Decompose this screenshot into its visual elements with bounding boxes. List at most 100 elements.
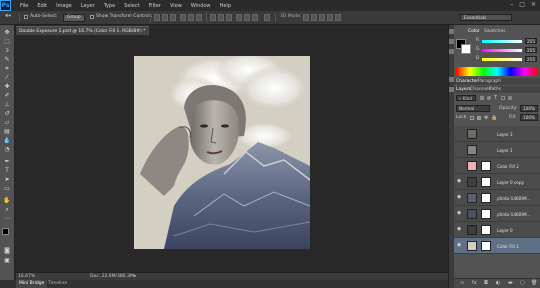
blend-mode-dropdown[interactable]: Normal <box>456 105 490 112</box>
tab-paragraph[interactable]: Paragraph <box>478 79 501 84</box>
menu-layer[interactable]: Layer <box>81 3 95 9</box>
filter-type-icon[interactable]: T <box>494 95 497 101</box>
gradient-tool-icon[interactable]: ▤ <box>3 128 11 135</box>
healing-brush-tool-icon[interactable]: ✚ <box>3 83 11 90</box>
tab-timeline[interactable]: Timeline <box>48 280 67 288</box>
marquee-tool-icon[interactable]: ⬚ <box>3 38 11 45</box>
delete-layer-icon[interactable]: 🗑 <box>531 280 537 286</box>
layer-row[interactable]: ◉ photo-146099... <box>454 206 540 222</box>
layer-thumbnail[interactable] <box>467 193 477 203</box>
path-selection-tool-icon[interactable]: ➤ <box>3 176 11 183</box>
dodge-tool-icon[interactable]: ◔ <box>3 146 11 153</box>
distribute-left-icon[interactable] <box>236 14 242 21</box>
visibility-eye-icon[interactable]: ◉ <box>457 195 462 200</box>
color-ramp[interactable] <box>456 67 538 76</box>
layer-thumbnail[interactable] <box>467 129 477 139</box>
workspace-dropdown[interactable]: Essentials <box>460 14 512 21</box>
lasso-tool-icon[interactable]: ↄ <box>3 47 11 54</box>
green-value[interactable]: 255 <box>525 47 537 53</box>
tab-layers[interactable]: Layers <box>456 87 471 92</box>
show-transform-controls-checkbox[interactable]: Show Transform Controls <box>90 14 152 19</box>
layer-row[interactable]: ◉ photo-146099... <box>454 190 540 206</box>
menu-window[interactable]: Window <box>191 3 211 9</box>
tab-paths[interactable]: Paths <box>489 87 501 92</box>
red-slider[interactable] <box>482 40 522 43</box>
layer-thumbnail[interactable] <box>467 241 477 251</box>
distribute-right-icon[interactable] <box>252 14 258 21</box>
fill-field[interactable]: 100% <box>520 114 538 121</box>
distribute-bottom-icon[interactable] <box>226 14 232 21</box>
zoom-tool-icon[interactable]: ⌕ <box>3 206 11 213</box>
move-tool-icon[interactable]: ✥ <box>3 29 11 36</box>
auto-align-icon[interactable] <box>264 14 270 21</box>
layer-row[interactable]: Layer 2 <box>454 126 540 142</box>
move-tool-icon[interactable]: ✥▾ <box>5 14 11 19</box>
layer-mask-thumbnail[interactable] <box>481 177 491 187</box>
quick-select-tool-icon[interactable]: ✎ <box>3 56 11 63</box>
3d-scale-icon[interactable] <box>335 14 341 21</box>
blur-tool-icon[interactable]: 💧 <box>3 137 11 144</box>
layer-row[interactable]: ◉ Layer 0 <box>454 222 540 238</box>
layer-row[interactable]: Layer 1 <box>454 142 540 158</box>
history-brush-tool-icon[interactable]: ↺ <box>3 110 11 117</box>
new-group-icon[interactable]: ▬ <box>508 280 513 286</box>
tab-character[interactable]: Character <box>456 79 478 84</box>
filter-adjustment-icon[interactable] <box>487 96 491 100</box>
3d-rotate-icon[interactable] <box>303 14 309 21</box>
opacity-field[interactable]: 100% <box>520 105 538 112</box>
layer-mask-thumbnail[interactable] <box>481 209 491 219</box>
align-right-icon[interactable] <box>196 14 202 21</box>
filter-pixel-icon[interactable] <box>480 96 484 100</box>
add-mask-icon[interactable]: ◘ <box>484 280 488 286</box>
menu-file[interactable]: File <box>20 3 28 9</box>
clone-stamp-tool-icon[interactable]: ⊥ <box>3 101 11 108</box>
tab-mini-bridge[interactable]: Mini Bridge <box>16 280 48 288</box>
layer-mask-thumbnail[interactable] <box>481 225 491 235</box>
hand-tool-icon[interactable]: ✋ <box>3 197 11 204</box>
more-tools-icon[interactable]: ⋯ <box>3 215 11 222</box>
blue-slider[interactable] <box>482 58 522 61</box>
eyedropper-tool-icon[interactable]: ⁄ <box>3 74 11 81</box>
auto-select-dropdown[interactable]: Group <box>63 14 85 22</box>
layer-thumbnail[interactable] <box>467 225 477 235</box>
layer-row[interactable]: Color Fill 2 <box>454 158 540 174</box>
visibility-eye-icon[interactable] <box>457 131 462 136</box>
lock-position-icon[interactable]: ✥ <box>484 115 488 121</box>
layer-thumbnail[interactable] <box>467 161 477 171</box>
new-layer-icon[interactable]: ▢ <box>520 280 525 286</box>
rectangle-tool-icon[interactable]: ▭ <box>3 185 11 192</box>
tab-channels[interactable]: Channels <box>470 87 491 92</box>
menu-select[interactable]: Select <box>124 3 139 9</box>
tab-swatches[interactable]: Swatches <box>484 29 506 34</box>
align-left-icon[interactable] <box>180 14 186 21</box>
close-icon[interactable]: ✕ <box>531 1 536 8</box>
green-slider[interactable] <box>482 49 522 52</box>
link-layers-icon[interactable]: ∞ <box>460 280 464 286</box>
bg-color-swatch[interactable] <box>461 44 471 54</box>
red-value[interactable]: 255 <box>525 38 537 44</box>
lock-pixels-icon[interactable] <box>477 116 481 120</box>
minimize-icon[interactable]: – <box>510 1 513 8</box>
filter-smart-object-icon[interactable] <box>508 96 512 100</box>
auto-select-checkbox[interactable]: Auto-Select: <box>24 14 58 19</box>
document-tab[interactable]: Double Exposure 1.psd @ 16.7% (Color Fil… <box>16 26 149 35</box>
layer-filter-dropdown[interactable]: ⌕ Kind <box>456 95 476 101</box>
visibility-eye-icon[interactable] <box>457 163 462 168</box>
visibility-eye-icon[interactable]: ◉ <box>457 179 462 184</box>
pen-tool-icon[interactable]: ✒ <box>3 158 11 165</box>
3d-slide-icon[interactable] <box>327 14 333 21</box>
3d-pan-icon[interactable] <box>319 14 325 21</box>
screen-mode-icon[interactable]: ▣ <box>3 257 11 264</box>
eraser-tool-icon[interactable]: ▱ <box>3 119 11 126</box>
layer-style-icon[interactable]: fx <box>472 280 477 286</box>
lock-all-icon[interactable]: 🔒 <box>491 115 497 121</box>
3d-roll-icon[interactable] <box>311 14 317 21</box>
type-tool-icon[interactable]: T <box>3 167 11 174</box>
menu-image[interactable]: Image <box>56 3 72 9</box>
layer-thumbnail[interactable] <box>467 145 477 155</box>
brush-tool-icon[interactable]: ✐ <box>3 92 11 99</box>
adjustment-layer-icon[interactable]: ◐ <box>496 280 500 286</box>
align-bottom-icon[interactable] <box>170 14 176 21</box>
layer-thumbnail[interactable] <box>467 177 477 187</box>
layer-row[interactable]: ◉ Layer 0 copy <box>454 174 540 190</box>
